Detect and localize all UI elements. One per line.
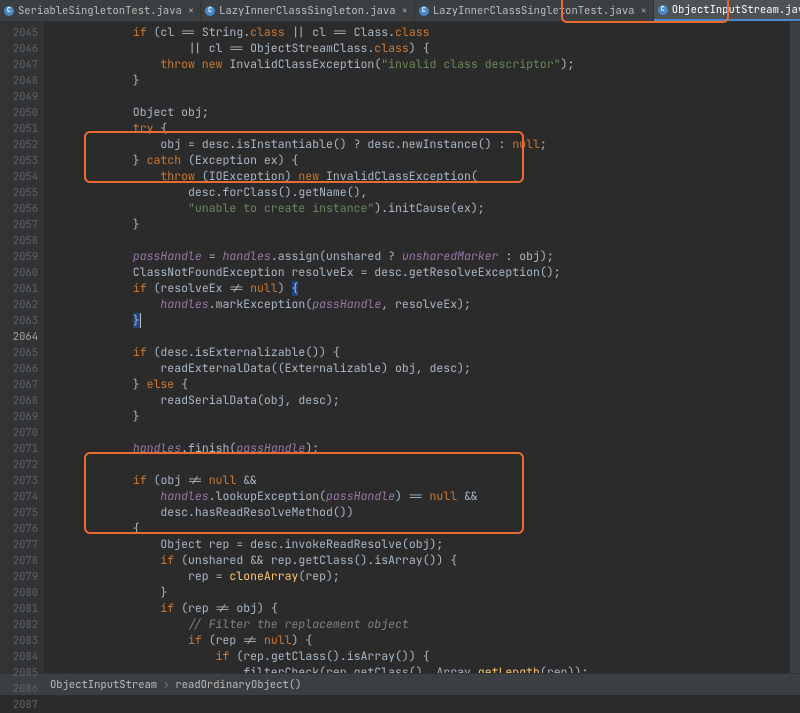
code-line[interactable]: "unable to create instance").initCause(e… bbox=[50, 201, 790, 217]
scrollbar[interactable] bbox=[790, 22, 800, 673]
tab-lazyinnerclasssingletontest-java[interactable]: C LazyInnerClassSingletonTest.java × bbox=[415, 0, 654, 21]
code-line[interactable]: } bbox=[50, 585, 790, 601]
code-line[interactable]: if (unshared && rep.getClass().isArray()… bbox=[50, 553, 790, 569]
code-line[interactable]: readSerialData(obj, desc); bbox=[50, 393, 790, 409]
code-editor[interactable]: if (cl == String.class || cl == Class.cl… bbox=[44, 22, 790, 673]
tab-label: ObjectInputStream.java bbox=[672, 3, 800, 17]
breadcrumb-class[interactable]: ObjectInputStream bbox=[50, 678, 157, 692]
class-icon: C bbox=[419, 6, 429, 16]
code-line[interactable] bbox=[50, 233, 790, 249]
close-icon[interactable]: × bbox=[188, 4, 194, 18]
code-line[interactable]: if (rep.getClass().isArray()) { bbox=[50, 649, 790, 665]
class-icon: C bbox=[205, 6, 215, 16]
code-line[interactable]: if (rep != obj) { bbox=[50, 601, 790, 617]
code-line[interactable]: // Filter the replacement object bbox=[50, 617, 790, 633]
close-icon[interactable]: × bbox=[640, 4, 646, 18]
code-line[interactable]: filterCheck(rep.getClass(), Array.getLen… bbox=[50, 665, 790, 673]
tab-seriablesingletontest-java[interactable]: C SeriableSingletonTest.java × bbox=[0, 0, 201, 21]
tab-label: LazyInnerClassSingleton.java bbox=[219, 4, 395, 18]
code-line[interactable]: handles.finish(passHandle); bbox=[50, 441, 790, 457]
line-gutter: 2045204620472048204920502051205220532054… bbox=[0, 22, 44, 673]
chevron-right-icon: › bbox=[163, 678, 169, 692]
code-line[interactable]: { bbox=[50, 521, 790, 537]
code-line[interactable]: desc.forClass().getName(), bbox=[50, 185, 790, 201]
breadcrumb-method[interactable]: readOrdinaryObject() bbox=[175, 678, 301, 692]
code-line[interactable]: } bbox=[50, 409, 790, 425]
code-line[interactable]: handles.markException(passHandle, resolv… bbox=[50, 297, 790, 313]
code-line[interactable] bbox=[50, 329, 790, 345]
code-line[interactable] bbox=[50, 457, 790, 473]
code-line[interactable]: } else { bbox=[50, 377, 790, 393]
code-line[interactable]: ClassNotFoundException resolveEx = desc.… bbox=[50, 265, 790, 281]
code-line[interactable]: desc.hasReadResolveMethod()) bbox=[50, 505, 790, 521]
code-line[interactable]: passHandle = handles.assign(unshared ? u… bbox=[50, 249, 790, 265]
tab-label: SeriableSingletonTest.java bbox=[18, 4, 182, 18]
tab-bar: C SeriableSingletonTest.java × C LazyInnerCl… bbox=[0, 0, 800, 22]
code-line[interactable]: || cl == ObjectStreamClass.class) { bbox=[50, 41, 790, 57]
code-line[interactable]: if (obj != null && bbox=[50, 473, 790, 489]
tab-objectinputstream-java[interactable]: CObjectInputStream.java× bbox=[654, 0, 800, 21]
class-icon: C bbox=[658, 5, 668, 15]
breadcrumb[interactable]: ObjectInputStream › readOrdinaryObject() bbox=[0, 673, 800, 695]
code-line[interactable]: if (rep != null) { bbox=[50, 633, 790, 649]
tab-lazyinnerclasssingleton-java[interactable]: C LazyInnerClassSingleton.java × bbox=[201, 0, 415, 21]
code-line[interactable]: rep = cloneArray(rep); bbox=[50, 569, 790, 585]
class-icon: C bbox=[4, 6, 14, 16]
code-line[interactable]: } bbox=[50, 73, 790, 89]
code-line[interactable]: } bbox=[50, 313, 790, 329]
code-line[interactable]: if (desc.isExternalizable()) { bbox=[50, 345, 790, 361]
code-line[interactable]: try { bbox=[50, 121, 790, 137]
code-line[interactable]: } bbox=[50, 217, 790, 233]
code-line[interactable]: throw new InvalidClassException("invalid… bbox=[50, 57, 790, 73]
code-line[interactable]: } catch (Exception ex) { bbox=[50, 153, 790, 169]
code-line[interactable]: Object rep = desc.invokeReadResolve(obj)… bbox=[50, 537, 790, 553]
close-icon[interactable]: × bbox=[402, 4, 408, 18]
tab-label: LazyInnerClassSingletonTest.java bbox=[433, 4, 635, 18]
code-line[interactable] bbox=[50, 425, 790, 441]
code-line[interactable]: readExternalData((Externalizable) obj, d… bbox=[50, 361, 790, 377]
code-line[interactable]: if (cl == String.class || cl == Class.cl… bbox=[50, 25, 790, 41]
code-line[interactable]: throw (IOException) new InvalidClassExce… bbox=[50, 169, 790, 185]
code-line[interactable]: handles.lookupException(passHandle) == n… bbox=[50, 489, 790, 505]
code-line[interactable]: Object obj; bbox=[50, 105, 790, 121]
code-line[interactable]: if (resolveEx != null) { bbox=[50, 281, 790, 297]
code-line[interactable]: obj = desc.isInstantiable() ? desc.newIn… bbox=[50, 137, 790, 153]
code-line[interactable] bbox=[50, 89, 790, 105]
